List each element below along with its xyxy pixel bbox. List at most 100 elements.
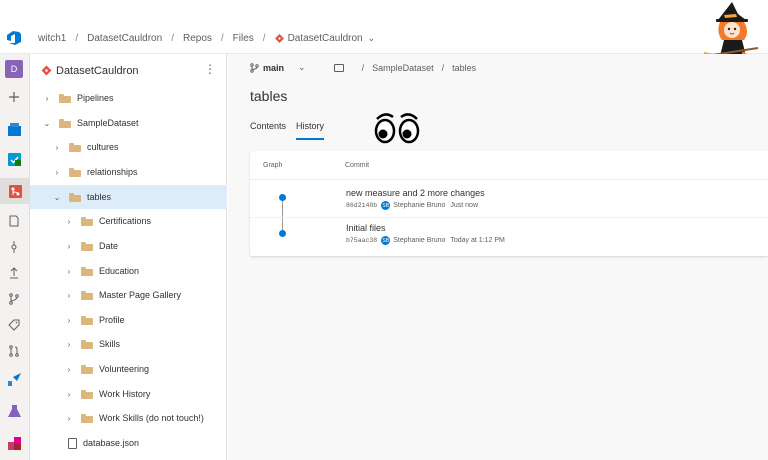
folder-icon (69, 167, 81, 177)
tree-item-work-history[interactable]: › Work History (30, 382, 227, 406)
commit-time: Today at 1:12 PM (450, 237, 505, 244)
breadcrumb-org[interactable]: witch1 (38, 33, 66, 44)
breadcrumb-repos[interactable]: Repos (183, 33, 212, 44)
path-segment[interactable]: SampleDataset (372, 63, 434, 73)
tree-item-label: Skills (99, 339, 121, 349)
tree-item-label: relationships (87, 167, 138, 177)
commit-hash[interactable]: b75aac38 (346, 237, 377, 244)
commit-graph-line (282, 198, 283, 234)
test-plans-icon[interactable] (5, 402, 23, 420)
commit-message[interactable]: Initial files (346, 223, 386, 233)
chevron-right-icon[interactable]: › (64, 316, 74, 325)
tree-item-cultures[interactable]: › cultures (30, 135, 227, 159)
chevron-right-icon[interactable]: › (64, 242, 74, 251)
folder-icon (81, 266, 93, 276)
pull-requests-icon[interactable] (5, 342, 23, 360)
chevron-right-icon[interactable]: › (52, 168, 62, 177)
chevron-right-icon[interactable]: › (52, 143, 62, 152)
breadcrumb-separator: / (171, 33, 174, 44)
tree-item-skills[interactable]: › Skills (30, 332, 227, 356)
chevron-right-icon[interactable]: › (64, 340, 74, 349)
breadcrumb-separator: / (220, 33, 224, 44)
chevron-right-icon[interactable]: › (64, 365, 74, 374)
folder-icon (81, 290, 93, 300)
branches-icon[interactable] (5, 290, 23, 308)
chevron-down-icon[interactable]: ⌄ (52, 193, 62, 202)
git-repo-icon (274, 34, 284, 43)
artifacts-icon[interactable] (5, 434, 23, 452)
commit-graph-node (279, 230, 286, 237)
repos-icon[interactable] (0, 178, 30, 204)
chevron-down-icon[interactable]: ⌄ (42, 119, 52, 128)
breadcrumb-project[interactable]: DatasetCauldron (87, 33, 162, 44)
tab-contents[interactable]: Contents (250, 121, 286, 140)
folder-icon (59, 118, 71, 128)
commits-icon[interactable] (5, 238, 23, 256)
tree-item-label: Certifications (99, 216, 152, 226)
commit-meta: b75aac38 SB Stephanie Bruno Today at 1:1… (346, 236, 505, 245)
add-icon[interactable] (5, 88, 23, 106)
pipelines-icon[interactable] (5, 370, 23, 388)
tree-item-relationships[interactable]: › relationships (30, 160, 227, 184)
folder-icon (81, 241, 93, 251)
tree-item-sampledataset[interactable]: ⌄ SampleDataset (30, 111, 227, 135)
files-icon[interactable] (5, 212, 23, 230)
tree-item-certifications[interactable]: › Certifications (30, 209, 227, 233)
boards-icon[interactable] (5, 150, 23, 168)
tags-icon[interactable] (5, 316, 23, 334)
tree-item-date[interactable]: › Date (30, 234, 227, 258)
breadcrumb-files[interactable]: Files (233, 33, 254, 44)
tab-history[interactable]: History (296, 121, 325, 140)
tree-item-label: tables (87, 192, 112, 202)
breadcrumb-repo[interactable]: DatasetCauldron (288, 33, 363, 44)
tree-item-label: database.json (83, 438, 140, 448)
file-tree-header: DatasetCauldron ⋮ (30, 54, 227, 86)
left-navigation-rail: D (0, 54, 30, 460)
repo-title[interactable]: DatasetCauldron (56, 65, 139, 77)
repo-dropdown-chevron-icon[interactable]: ⌄ (368, 33, 376, 44)
column-header-commit: Commit (345, 162, 370, 169)
breadcrumb-separator: / (75, 33, 79, 44)
tab-bar: Contents History (250, 121, 334, 140)
folder-outline-icon (333, 63, 344, 72)
chevron-right-icon[interactable]: › (64, 267, 74, 276)
tree-item-label: SampleDataset (77, 118, 139, 128)
tree-item-profile[interactable]: › Profile (30, 308, 227, 332)
tree-item-database-json[interactable]: database.json (30, 431, 227, 455)
folder-icon (69, 192, 81, 202)
chevron-right-icon[interactable]: › (64, 291, 74, 300)
column-header-graph: Graph (263, 162, 283, 169)
breadcrumb-separator: / (262, 33, 266, 44)
folder-icon (81, 389, 93, 399)
row-divider (250, 217, 768, 218)
path-segment[interactable]: tables (452, 63, 476, 73)
chevron-right-icon[interactable]: › (42, 94, 52, 103)
chevron-right-icon[interactable]: › (64, 217, 74, 226)
folder-icon (81, 315, 93, 325)
path-separator: / (361, 62, 365, 73)
more-options-icon[interactable]: ⋮ (204, 62, 216, 76)
project-avatar-initial: D (10, 64, 18, 74)
commit-message[interactable]: new measure and 2 more changes (346, 188, 485, 198)
author-avatar: SB (381, 236, 391, 245)
project-avatar[interactable]: D (5, 60, 23, 78)
chevron-right-icon[interactable]: › (64, 390, 74, 399)
overview-icon[interactable] (5, 120, 23, 138)
tree-item-label: Education (99, 266, 140, 276)
folder-icon (81, 216, 93, 226)
tree-item-tables[interactable]: ⌄ tables (30, 185, 227, 209)
tree-item-work-skills[interactable]: › Work Skills (do not touch!) (30, 406, 227, 430)
chevron-right-icon[interactable]: › (64, 414, 74, 423)
folder-icon (81, 339, 93, 349)
commit-time: Just now (450, 202, 478, 209)
tree-item-pipelines[interactable]: › Pipelines (30, 86, 227, 110)
branch-chevron-down-icon[interactable]: ⌄ (298, 62, 306, 73)
folder-icon (59, 93, 71, 103)
tree-item-volunteering[interactable]: › Volunteering (30, 357, 227, 381)
tree-item-education[interactable]: › Education (30, 259, 227, 283)
commit-hash[interactable]: 86d2140b (346, 202, 377, 209)
azure-devops-logo-icon[interactable] (6, 30, 22, 46)
pushes-icon[interactable] (5, 264, 23, 282)
branch-selector[interactable]: main (263, 63, 284, 73)
tree-item-master-page-gallery[interactable]: › Master Page Gallery (30, 283, 227, 307)
